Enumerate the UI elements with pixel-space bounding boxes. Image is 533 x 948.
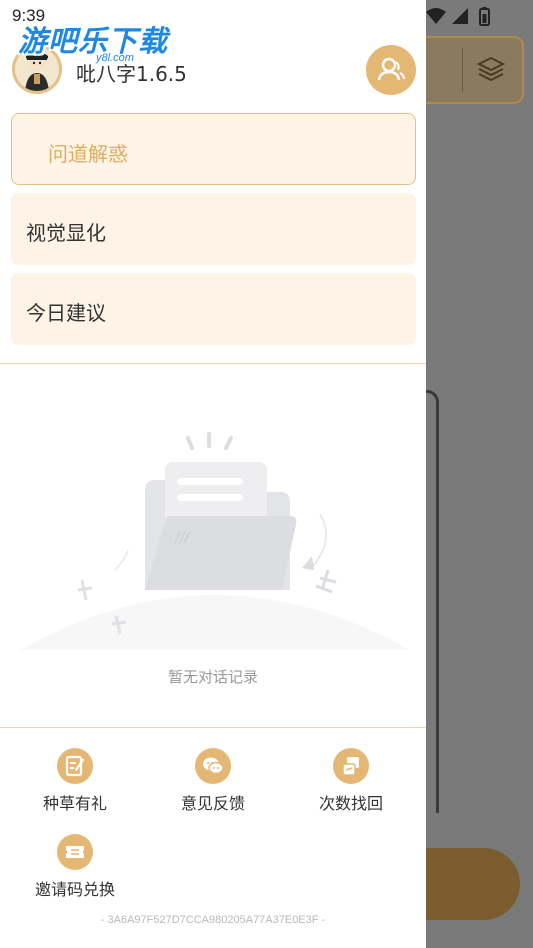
background-action-button [426, 848, 520, 920]
device-id: - 3A6A97F527D7CCA980205A77A37E0E3F - [100, 914, 326, 926]
quick-action-share-reward[interactable]: 种草有礼 [15, 748, 135, 814]
empty-folder-illustration: /// [20, 432, 410, 650]
refresh-icon [333, 748, 369, 784]
svg-text:///: /// [173, 530, 190, 546]
user-profile-button[interactable] [366, 45, 416, 95]
menu-item-ask[interactable]: 问道解惑 [11, 113, 416, 185]
user-icon [377, 57, 405, 81]
background-toolbar [426, 36, 524, 104]
layers-icon [476, 56, 506, 82]
menu-item-visualize[interactable]: 视觉显化 [11, 193, 416, 265]
divider-top [0, 363, 426, 364]
menu-item-label: 视觉显化 [26, 221, 106, 245]
quick-action-label: 意见反馈 [180, 794, 245, 813]
edit-note-icon [57, 748, 93, 784]
toolbar-separator [462, 48, 463, 92]
quick-action-invite-code[interactable]: 邀请码兑换 [15, 834, 135, 900]
watermark-subtitle: y8l.com [96, 52, 134, 64]
divider-bottom [0, 727, 426, 728]
quick-action-recover-count[interactable]: 次数找回 [291, 748, 411, 814]
signal-icon [452, 8, 468, 24]
menu-item-label: 今日建议 [26, 301, 106, 325]
chat-bubble-icon [195, 748, 231, 784]
menu-item-label: 问道解惑 [48, 142, 128, 166]
empty-state-text: 暂无对话记录 [167, 668, 258, 686]
wifi-icon [426, 8, 446, 24]
background-frame [426, 390, 439, 813]
ticket-icon [57, 834, 93, 870]
system-status-icons [426, 7, 490, 26]
menu-item-daily-advice[interactable]: 今日建议 [11, 273, 416, 345]
side-drawer: 吡八字1.6.5 问道解惑 视觉显化 今日建议 /// 暂无对话记录 种草有礼 … [0, 0, 426, 948]
quick-action-feedback[interactable]: 意见反馈 [153, 748, 273, 814]
watermark-logo: 游吧乐下载 [18, 24, 169, 58]
quick-action-label: 种草有礼 [42, 794, 107, 813]
quick-action-label: 邀请码兑换 [34, 880, 115, 899]
quick-action-label: 次数找回 [318, 794, 383, 813]
